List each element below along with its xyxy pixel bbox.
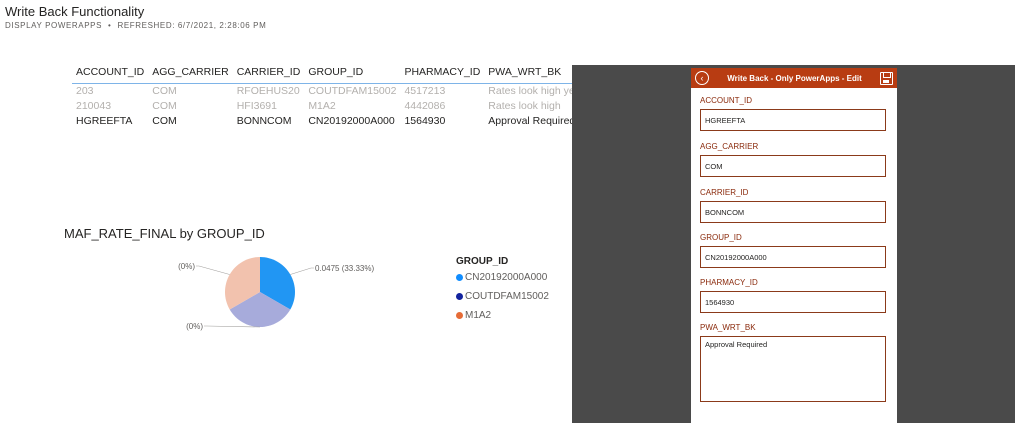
table-cell: HGREEFTA bbox=[76, 115, 133, 127]
powerapps-form: ‹ Write Back - Only PowerApps - Edit ACC… bbox=[691, 68, 897, 423]
report-title: Write Back Functionality bbox=[5, 4, 145, 19]
legend-title: GROUP_ID bbox=[456, 256, 509, 267]
legend-dot bbox=[456, 274, 463, 281]
field-pwa-wrt-bk: PWA_WRT_BK Approval Required bbox=[700, 323, 886, 402]
column-header-pharmacy-id[interactable]: PHARMACY_ID bbox=[400, 66, 484, 84]
legend-item[interactable]: M1A2 bbox=[456, 310, 549, 321]
pwa-wrt-bk-textarea[interactable]: Approval Required bbox=[700, 336, 886, 402]
table-cell: 210043 bbox=[76, 100, 112, 112]
report-source: DISPLAY POWERAPPS bbox=[5, 21, 103, 30]
table-cell: BONNCOM bbox=[236, 115, 292, 127]
pie-data-label: 0.0475 (33.33%) bbox=[315, 264, 374, 273]
field-label: PWA_WRT_BK bbox=[700, 323, 756, 332]
table-row-selected[interactable]: HGREEFTA COM BONNCOM CN20192000A000 1564… bbox=[72, 114, 590, 129]
chart-title: MAF_RATE_FINAL by GROUP_ID bbox=[64, 226, 265, 241]
table-row[interactable]: 203 COM RFOEHUS20 COUTDFAM15002 4517213 … bbox=[72, 84, 590, 99]
leader-line bbox=[204, 325, 261, 328]
table-cell: 4442086 bbox=[404, 100, 446, 112]
pie-chart: 0.0475 (33.33%) (0%) (0%) bbox=[170, 245, 400, 355]
refresh-timestamp: REFRESHED: 6/7/2021, 2:28:06 PM bbox=[117, 21, 267, 30]
field-carrier-id: CARRIER_ID BONNCOM bbox=[700, 188, 886, 223]
group-id-input[interactable]: CN20192000A000 bbox=[700, 246, 886, 268]
legend-label: M1A2 bbox=[465, 310, 492, 321]
agg-carrier-input[interactable]: COM bbox=[700, 155, 886, 177]
account-id-input[interactable]: HGREEFTA bbox=[700, 109, 886, 131]
table-cell: COM bbox=[152, 100, 177, 112]
table-cell: HFI3691 bbox=[236, 100, 277, 112]
table-cell: RFOEHUS20 bbox=[236, 85, 300, 98]
column-header-group-id[interactable]: GROUP_ID bbox=[304, 66, 400, 84]
back-arrow-icon[interactable]: ‹ bbox=[695, 71, 709, 85]
leader-line bbox=[290, 267, 314, 275]
table-cell: COUTDFAM15002 bbox=[308, 85, 397, 98]
field-label: GROUP_ID bbox=[700, 233, 742, 242]
chart-legend: GROUP_ID CN20192000A000 COUTDFAM15002 M1… bbox=[456, 256, 549, 329]
pie-data-label: (0%) bbox=[186, 322, 203, 331]
separator-dot: • bbox=[108, 21, 112, 30]
legend-dot bbox=[456, 293, 463, 300]
pharmacy-id-input[interactable]: 1564930 bbox=[700, 291, 886, 313]
field-label: AGG_CARRIER bbox=[700, 142, 759, 151]
table-cell: COM bbox=[152, 85, 177, 98]
leader-line bbox=[196, 265, 230, 275]
column-header-agg-carrier[interactable]: AGG_CARRIER bbox=[148, 66, 232, 84]
field-label: PHARMACY_ID bbox=[700, 278, 758, 287]
table-cell: 1564930 bbox=[404, 115, 446, 127]
table-cell: CN20192000A000 bbox=[308, 115, 395, 127]
field-agg-carrier: AGG_CARRIER COM bbox=[700, 142, 886, 177]
pie-data-label: (0%) bbox=[178, 262, 195, 271]
table-cell: 203 bbox=[76, 85, 94, 98]
field-group-id: GROUP_ID CN20192000A000 bbox=[700, 233, 886, 268]
report-subtitle: DISPLAY POWERAPPS • REFRESHED: 6/7/2021, 2… bbox=[5, 21, 266, 30]
table-row[interactable]: 210043 COM HFI3691 M1A2 4442086 Rates lo… bbox=[72, 99, 590, 114]
legend-dot bbox=[456, 312, 463, 319]
table-cell: 4517213 bbox=[404, 85, 446, 98]
save-icon[interactable] bbox=[880, 71, 893, 85]
legend-label: COUTDFAM15002 bbox=[465, 291, 549, 302]
powerapps-titlebar: ‹ Write Back - Only PowerApps - Edit bbox=[691, 68, 897, 88]
field-account-id: ACCOUNT_ID HGREEFTA bbox=[700, 96, 886, 131]
data-table: ACCOUNT_ID AGG_CARRIER CARRIER_ID GROUP_… bbox=[72, 66, 590, 129]
table-header-row: ACCOUNT_ID AGG_CARRIER CARRIER_ID GROUP_… bbox=[72, 66, 590, 84]
column-header-account-id[interactable]: ACCOUNT_ID bbox=[72, 66, 148, 84]
field-pharmacy-id: PHARMACY_ID 1564930 bbox=[700, 278, 886, 313]
field-label: CARRIER_ID bbox=[700, 188, 749, 197]
legend-item[interactable]: CN20192000A000 bbox=[456, 272, 549, 283]
legend-label: CN20192000A000 bbox=[465, 272, 548, 283]
powerapps-title: Write Back - Only PowerApps - Edit bbox=[727, 73, 862, 83]
column-header-carrier-id[interactable]: CARRIER_ID bbox=[233, 66, 305, 84]
report-header: Write Back Functionality DISPLAY POWERAP… bbox=[5, 4, 266, 30]
carrier-id-input[interactable]: BONNCOM bbox=[700, 201, 886, 223]
field-label: ACCOUNT_ID bbox=[700, 96, 753, 105]
table-cell: M1A2 bbox=[308, 100, 336, 112]
pie-chart-svg: 0.0475 (33.33%) (0%) (0%) bbox=[178, 257, 374, 331]
table-cell: COM bbox=[152, 115, 177, 127]
legend-item[interactable]: COUTDFAM15002 bbox=[456, 291, 549, 302]
powerapps-visual: ‹ Write Back - Only PowerApps - Edit ACC… bbox=[572, 65, 1015, 423]
